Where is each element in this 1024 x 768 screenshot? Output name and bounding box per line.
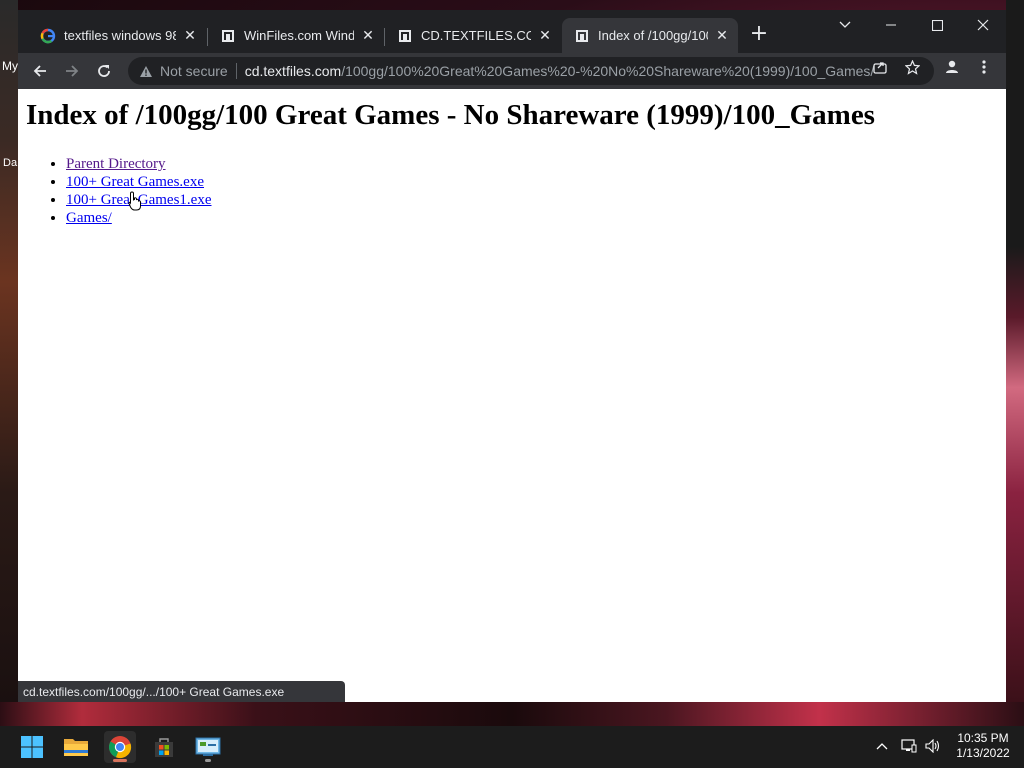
tab-title: CD.TEXTFILES.COM: T <box>421 28 531 43</box>
directory-list: Parent Directory 100+ Great Games.exe 10… <box>26 155 212 227</box>
taskbar: 10:35 PM 1/13/2022 <box>0 726 1024 768</box>
link-parent-directory[interactable]: Parent Directory <box>66 156 166 172</box>
windows-start-icon[interactable] <box>16 731 48 763</box>
close-icon[interactable]: ✕ <box>537 27 553 44</box>
chevron-down-icon[interactable] <box>822 10 868 40</box>
back-arrow-icon[interactable] <box>28 59 52 83</box>
tab-title: WinFiles.com Window <box>244 28 354 43</box>
desktop-background-bottom <box>0 702 1024 726</box>
clock-time: 10:35 PM <box>957 731 1009 745</box>
tab-index-of[interactable]: Index of /100gg/100 ✕ <box>562 18 738 53</box>
share-icon[interactable] <box>872 59 888 75</box>
browser-window: textfiles windows 98 - ✕ WinFiles.com Wi… <box>18 10 1006 702</box>
link-file[interactable]: 100+ Great Games.exe <box>66 174 204 190</box>
page-title: Index of /100gg/100 Great Games - No Sha… <box>26 99 875 131</box>
warning-triangle-icon[interactable] <box>138 63 154 79</box>
tab-strip: textfiles windows 98 - ✕ WinFiles.com Wi… <box>18 10 1006 53</box>
network-icon[interactable] <box>901 738 917 754</box>
tab-cd-textfiles[interactable]: CD.TEXTFILES.COM: T ✕ <box>385 18 561 53</box>
tab-google-search[interactable]: textfiles windows 98 - ✕ <box>28 18 206 53</box>
maximize-icon[interactable] <box>914 10 960 40</box>
url-host: cd.textfiles.com <box>244 63 342 79</box>
tab-title: Index of /100gg/100 <box>598 28 708 43</box>
clock-date: 1/13/2022 <box>956 746 1010 760</box>
divider <box>235 63 237 79</box>
plus-icon[interactable]: + <box>749 23 769 45</box>
close-icon[interactable]: ✕ <box>182 27 198 44</box>
running-app-indicator <box>205 759 211 762</box>
control-panel-icon[interactable] <box>192 731 224 763</box>
close-icon[interactable]: ✕ <box>360 27 376 44</box>
browser-toolbar: Not secure cd.textfiles.com /100gg/100%2… <box>18 53 1006 89</box>
textfiles-icon <box>220 28 236 44</box>
hand-cursor-icon <box>128 191 141 211</box>
security-status-label[interactable]: Not secure <box>160 63 228 79</box>
bookmark-star-icon[interactable] <box>904 59 920 75</box>
list-item: Games/ <box>66 209 212 227</box>
minimize-icon[interactable] <box>868 10 914 40</box>
forward-arrow-icon[interactable] <box>60 59 84 83</box>
system-clock[interactable]: 10:35 PM 1/13/2022 <box>950 731 1016 761</box>
textfiles-icon <box>574 28 590 44</box>
page-content: Index of /100gg/100 Great Games - No Sha… <box>18 89 1006 702</box>
profile-icon[interactable] <box>944 59 960 75</box>
address-bar[interactable]: Not secure cd.textfiles.com /100gg/100%2… <box>128 57 934 85</box>
close-icon[interactable] <box>960 10 1006 40</box>
url-path: /100gg/100%20Great%20Games%20-%20No%20Sh… <box>341 63 875 79</box>
tab-winfiles[interactable]: WinFiles.com Window ✕ <box>208 18 384 53</box>
desktop-background-left <box>0 0 18 705</box>
close-icon[interactable]: ✕ <box>714 27 730 44</box>
file-explorer-icon[interactable] <box>60 731 92 763</box>
chevron-up-icon[interactable] <box>874 738 890 754</box>
desktop-icon-label[interactable]: Da <box>3 157 17 169</box>
list-item: Parent Directory <box>66 155 212 173</box>
microsoft-store-icon[interactable] <box>148 731 180 763</box>
tab-title: textfiles windows 98 - <box>64 28 176 43</box>
chrome-icon[interactable] <box>104 731 136 763</box>
desktop-icon-label[interactable]: My <box>2 59 18 73</box>
desktop-background-right <box>1006 0 1024 705</box>
volume-icon[interactable] <box>925 738 941 754</box>
status-bubble: cd.textfiles.com/100gg/.../100+ Great Ga… <box>18 681 345 702</box>
google-g-icon <box>40 28 56 44</box>
reload-icon[interactable] <box>92 59 116 83</box>
active-app-indicator <box>113 759 127 762</box>
kebab-menu-icon[interactable] <box>976 59 992 75</box>
textfiles-icon <box>397 28 413 44</box>
link-folder[interactable]: Games/ <box>66 210 112 226</box>
list-item: 100+ Great Games.exe <box>66 173 212 191</box>
